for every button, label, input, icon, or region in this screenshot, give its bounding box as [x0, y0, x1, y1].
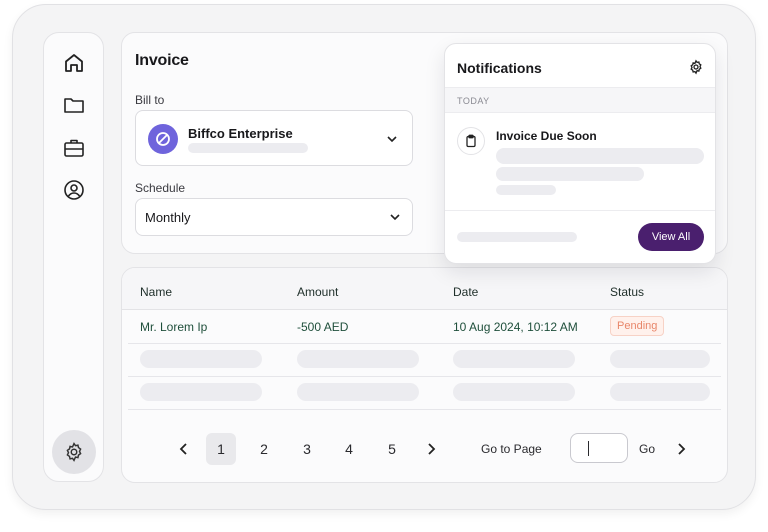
- sidebar: [43, 32, 104, 482]
- row-divider: [128, 343, 721, 344]
- notifications-title: Notifications: [457, 60, 542, 76]
- column-header-date[interactable]: Date: [453, 285, 478, 299]
- schedule-value: Monthly: [145, 210, 191, 225]
- page-button-2[interactable]: 2: [249, 433, 279, 465]
- column-header-status[interactable]: Status: [610, 285, 644, 299]
- status-badge: Pending: [610, 316, 665, 336]
- company-subtitle-placeholder: [188, 143, 308, 153]
- chevron-down-icon: [385, 132, 399, 146]
- section-header: TODAY: [445, 87, 715, 113]
- page-button-5[interactable]: 5: [377, 433, 407, 465]
- text-placeholder: [496, 148, 704, 164]
- go-button[interactable]: Go: [639, 442, 655, 456]
- invoice-title: Invoice: [135, 52, 189, 69]
- section-label: TODAY: [457, 96, 490, 106]
- clipboard-icon: [457, 127, 485, 155]
- schedule-select[interactable]: Monthly: [135, 198, 413, 236]
- text-placeholder: [496, 185, 556, 195]
- page-button-1[interactable]: 1: [206, 433, 236, 465]
- text-placeholder: [496, 167, 644, 181]
- column-header-amount[interactable]: Amount: [297, 285, 338, 299]
- chevron-left-icon[interactable]: [176, 441, 192, 457]
- row-divider: [128, 409, 721, 410]
- view-all-button[interactable]: View All: [638, 223, 704, 251]
- gear-icon: [66, 442, 82, 462]
- bill-to-select[interactable]: Biffco Enterprise: [135, 110, 413, 166]
- transactions-table: Name Amount Date Status Mr. Lorem Ip -50…: [121, 267, 728, 483]
- table-header: Name Amount Date Status: [122, 268, 727, 310]
- cell-name: Mr. Lorem Ip: [140, 320, 208, 334]
- company-name: Biffco Enterprise: [188, 126, 293, 141]
- briefcase-icon[interactable]: [62, 136, 86, 160]
- company-avatar: [148, 124, 178, 154]
- home-icon[interactable]: [62, 51, 86, 75]
- row-divider: [128, 376, 721, 377]
- chevron-right-icon[interactable]: [423, 441, 439, 457]
- notifications-panel: Notifications TODAY Invoice Due Soon Vie…: [444, 43, 716, 264]
- schedule-label: Schedule: [135, 181, 186, 195]
- go-to-page-label: Go to Page: [481, 442, 542, 456]
- footer-text-placeholder: [457, 232, 577, 242]
- user-circle-icon[interactable]: [62, 178, 86, 202]
- chevron-down-icon: [388, 210, 402, 224]
- notification-item-title: Invoice Due Soon: [496, 129, 597, 143]
- column-header-name[interactable]: Name: [140, 285, 172, 299]
- page-button-4[interactable]: 4: [334, 433, 364, 465]
- chevron-right-icon[interactable]: [673, 441, 689, 457]
- bill-to-label: Bill to: [135, 93, 165, 107]
- gear-icon[interactable]: [688, 59, 704, 75]
- divider: [445, 210, 715, 211]
- settings-button[interactable]: [52, 430, 96, 474]
- cell-date: 10 Aug 2024, 10:12 AM: [453, 320, 578, 334]
- folder-icon[interactable]: [62, 93, 86, 117]
- cell-amount: -500 AED: [297, 320, 349, 334]
- go-to-page-input[interactable]: [570, 433, 628, 463]
- page-button-3[interactable]: 3: [292, 433, 322, 465]
